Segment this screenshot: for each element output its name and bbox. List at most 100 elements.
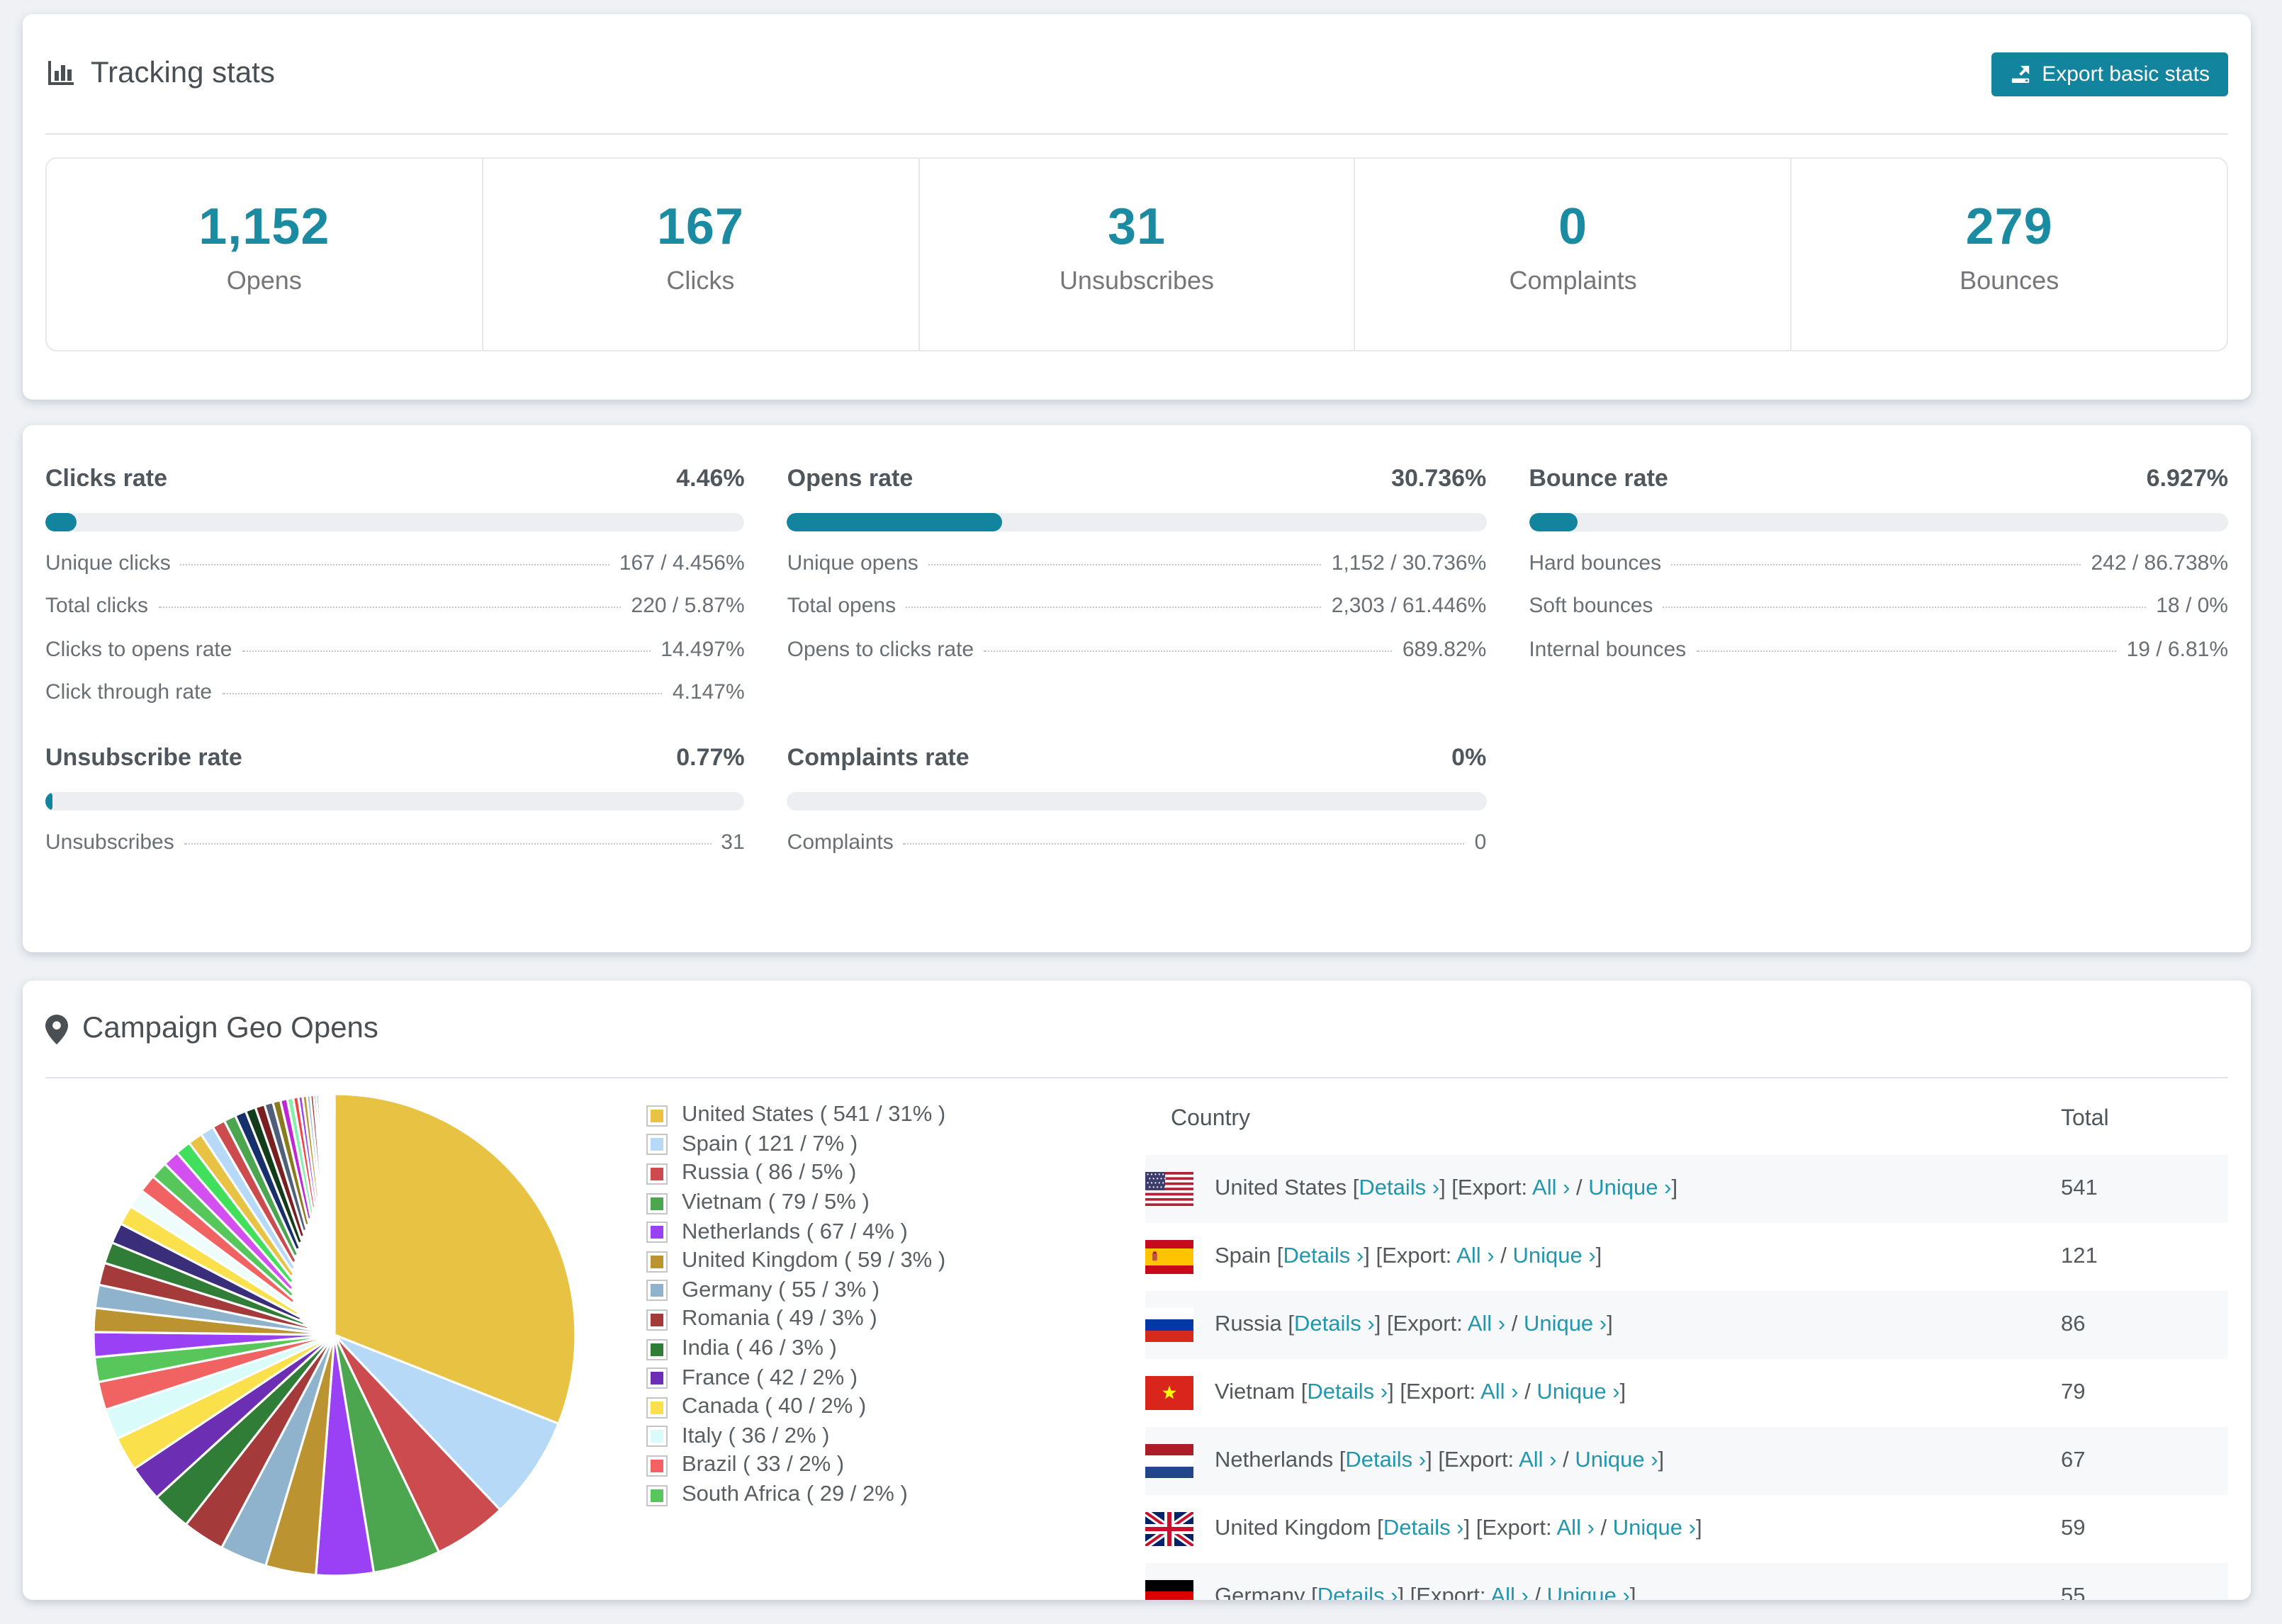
legend-item[interactable]: United States ( 541 / 31% ) [646,1101,1145,1130]
total-cell: 541 [2061,1176,2098,1200]
export-all-link[interactable]: All › [1557,1516,1595,1540]
legend-item[interactable]: Brazil ( 33 / 2% ) [646,1451,1145,1480]
details-link[interactable]: Details › [1345,1448,1426,1472]
legend-item[interactable]: Germany ( 55 / 3% ) [646,1276,1145,1305]
bounce-rate-progress-fill [1529,513,1578,531]
legend-swatch [646,1455,668,1477]
details-link[interactable]: Details › [1283,1244,1364,1268]
geo-legend-column: United States ( 541 / 31% ) Spain ( 121 /… [646,1078,1145,1510]
legend-swatch [646,1368,668,1389]
rate-row: Opens to clicks rate 689.82% [787,637,1487,661]
legend-label: Germany ( 55 / 3% ) [682,1278,880,1302]
unsubscribe-rate-title-row: Unsubscribe rate 0.77% [45,744,745,772]
legend-item[interactable]: Netherlands ( 67 / 4% ) [646,1218,1145,1247]
unsubscribes-label: Unsubscribes [1059,266,1215,295]
legend-item[interactable]: Canada ( 40 / 2% ) [646,1393,1145,1422]
country-cell: Spain [Details ›] [Export: All › / Uniqu… [1145,1240,2061,1274]
rate-row-label: Total clicks [45,594,149,618]
country-links: Germany [Details ›] [Export: All › / Uni… [1215,1584,1636,1600]
rate-row: Unsubscribes 31 [45,830,745,854]
legend-item[interactable]: France ( 42 / 2% ) [646,1364,1145,1393]
legend-item[interactable]: Spain ( 121 / 7% ) [646,1130,1145,1159]
rate-row-label: Unique opens [787,551,918,575]
legend-swatch [646,1338,668,1360]
export-all-link[interactable]: All › [1468,1312,1505,1336]
country-links: United Kingdom [Details ›] [Export: All … [1215,1516,1702,1542]
opens-rate-progressbar [787,513,1487,531]
pie-slice [332,1093,336,1120]
rate-row-value: 31 [721,830,745,854]
legend-label: Netherlands ( 67 / 4% ) [682,1219,908,1244]
bar-chart-icon [45,58,77,89]
details-link[interactable]: Details › [1383,1516,1464,1540]
export-unique-link[interactable]: Unique › [1575,1448,1658,1472]
rate-row-label: Hard bounces [1529,551,1662,575]
bracket-close: ] [1671,1176,1678,1200]
total-cell: 86 [2061,1312,2086,1336]
export-unique-link[interactable]: Unique › [1588,1176,1671,1200]
legend-item[interactable]: Italy ( 36 / 2% ) [646,1422,1145,1451]
bracket-close: ] [1695,1516,1702,1540]
legend-item[interactable]: South Africa ( 29 / 2% ) [646,1480,1145,1509]
complaints-label: Complaints [1509,266,1637,295]
rate-row-label: Total opens [787,594,896,618]
country-name: Netherlands [ [1215,1448,1346,1472]
rate-row: Unique clicks 167 / 4.456% [45,551,745,575]
export-all-link[interactable]: All › [1532,1176,1570,1200]
export-unique-link[interactable]: Unique › [1524,1312,1607,1336]
export-prefix: ] [Export: [1463,1516,1557,1540]
geo-table-row: Netherlands [Details ›] [Export: All › /… [1145,1427,2228,1495]
export-unique-link[interactable]: Unique › [1613,1516,1696,1540]
export-prefix: ] [Export: [1439,1176,1533,1200]
export-all-link[interactable]: All › [1480,1380,1518,1404]
country-links: Russia [Details ›] [Export: All › / Uniq… [1215,1312,1613,1338]
legend-item[interactable]: United Kingdom ( 59 / 3% ) [646,1247,1145,1276]
rate-row: Complaints 0 [787,830,1487,854]
export-basic-stats-button[interactable]: Export basic stats [1991,52,2228,96]
export-all-link[interactable]: All › [1456,1244,1494,1268]
rate-row-value: 242 / 86.738% [2091,551,2229,575]
legend-item[interactable]: Vietnam ( 79 / 5% ) [646,1189,1145,1218]
bounce-rate-rows: Hard bounces 242 / 86.738% Soft bounces 18 … [1529,551,2228,661]
rate-row: Unique opens 1,152 / 30.736% [787,551,1487,575]
dotted-leader [184,842,712,844]
unsubscribes-count: 31 [1107,197,1167,255]
unsubscribe-rate-progressbar [45,792,745,811]
legend-item[interactable]: Romania ( 49 / 3% ) [646,1305,1145,1334]
dotted-leader [1696,650,2117,651]
page-title: Tracking stats [91,57,275,89]
export-all-link[interactable]: All › [1490,1584,1528,1600]
export-unique-link[interactable]: Unique › [1536,1380,1619,1404]
export-basic-stats-label: Export basic stats [2042,62,2210,86]
ru-flag-icon [1145,1308,1193,1342]
dotted-leader [158,607,622,608]
details-link[interactable]: Details › [1294,1312,1375,1336]
legend-item[interactable]: India ( 46 / 3% ) [646,1335,1145,1364]
export-unique-link[interactable]: Unique › [1512,1244,1595,1268]
legend-item[interactable]: Russia ( 86 / 5% ) [646,1159,1145,1188]
opens-rate-value: 30.736% [1391,465,1487,492]
dotted-leader [222,693,663,694]
country-links: Netherlands [Details ›] [Export: All › /… [1215,1448,1664,1474]
link-separator: / [1505,1312,1524,1336]
details-link[interactable]: Details › [1307,1380,1388,1404]
export-unique-link[interactable]: Unique › [1547,1584,1630,1600]
country-name: Spain [ [1215,1244,1283,1268]
geo-table-header-row: Country Total [1145,1078,2228,1155]
map-pin-icon [45,1014,68,1044]
complaints-rate-block: Complaints rate 0% Complaints 0 [787,744,1487,854]
details-link[interactable]: Details › [1359,1176,1439,1200]
geo-table-row: Spain [Details ›] [Export: All › / Uniqu… [1145,1223,2228,1291]
legend-swatch [646,1280,668,1302]
complaints-rate-progressbar [787,792,1487,811]
rate-row-label: Internal bounces [1529,637,1687,661]
legend-swatch [646,1134,668,1156]
rate-row-label: Unsubscribes [45,830,174,854]
rate-row-value: 167 / 4.456% [619,551,745,575]
bounces-count: 279 [1965,197,2053,255]
country-name: United States [ [1215,1176,1359,1200]
geo-table-row: Vietnam [Details ›] [Export: All › / Uni… [1145,1359,2228,1427]
details-link[interactable]: Details › [1317,1584,1398,1600]
legend-label: France ( 42 / 2% ) [682,1365,858,1390]
export-all-link[interactable]: All › [1519,1448,1556,1472]
